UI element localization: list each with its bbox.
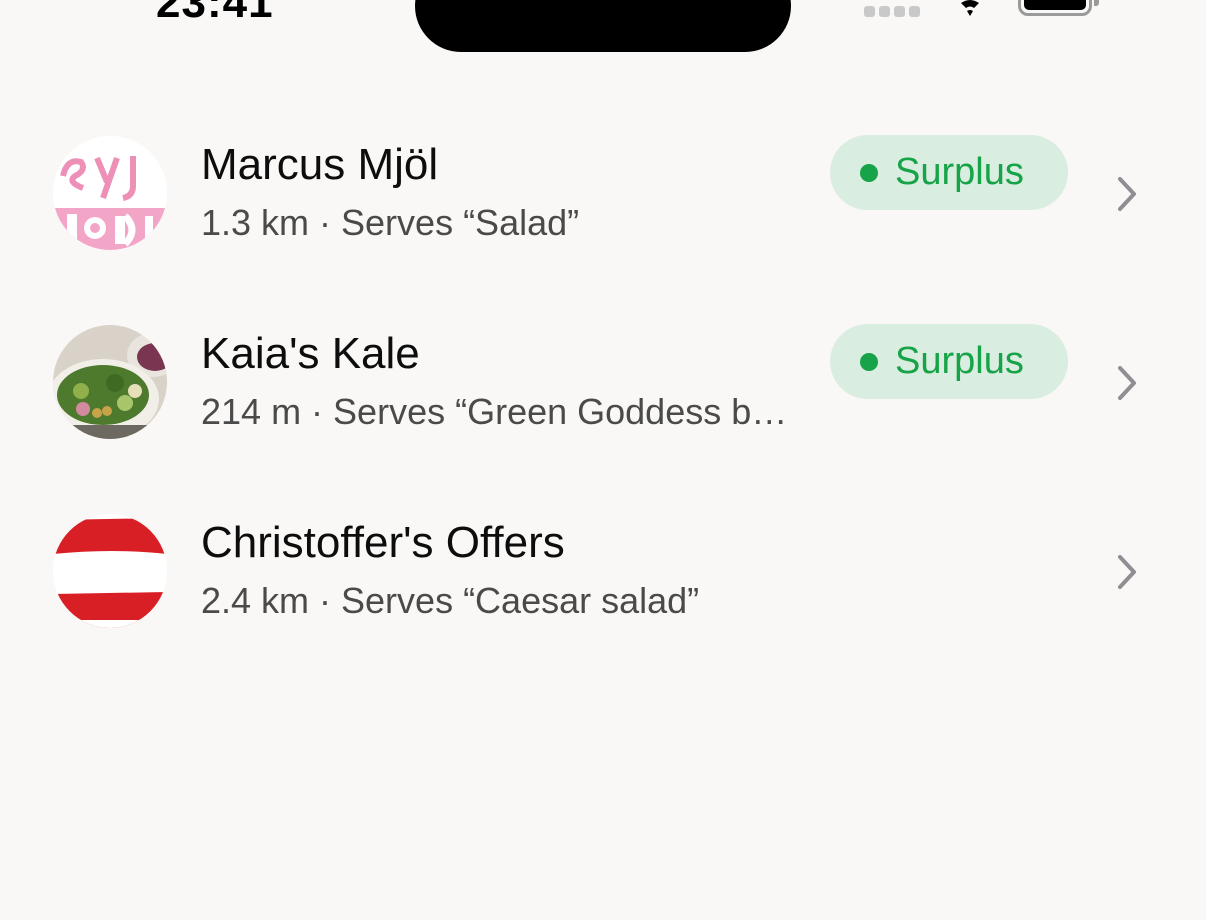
badge-label: Surplus [895, 151, 1024, 193]
restaurant-name: Kaia's Kale [201, 329, 420, 378]
chevron-right-icon [1118, 366, 1136, 400]
chevron-right-icon [1118, 177, 1136, 211]
status-time: 23:41 [156, 0, 274, 27]
dynamic-island [415, 0, 791, 52]
restaurant-list: Marcus Mjöl 1.3 km · Serves “Salad” Surp… [0, 98, 1206, 665]
status-dot-icon [860, 163, 878, 182]
wifi-icon [961, 0, 979, 16]
screen: 23:41 Marcus Mjöl 1.3 km · Serves “Salad… [0, 0, 1206, 920]
salad-bowl-photo-avatar [53, 325, 167, 439]
list-item[interactable]: Christoffer's Offers 2.4 km · Serves “Ca… [0, 476, 1206, 665]
list-item[interactable]: Kaia's Kale 214 m · Serves “Green Goddes… [0, 287, 1206, 476]
restaurant-name: Christoffer's Offers [201, 518, 565, 567]
surplus-badge: Surplus [830, 324, 1068, 399]
cellular-signal-icon [864, 6, 920, 17]
red-white-stripe-avatar [53, 514, 167, 628]
restaurant-details: 2.4 km · Serves “Caesar salad” [201, 580, 700, 621]
chevron-right-icon [1118, 555, 1136, 589]
restaurant-name: Marcus Mjöl [201, 140, 439, 189]
surplus-badge: Surplus [830, 135, 1068, 210]
restaurant-details: 1.3 km · Serves “Salad” [201, 202, 580, 243]
battery-tip [1094, 0, 1099, 6]
list-item[interactable]: Marcus Mjöl 1.3 km · Serves “Salad” Surp… [0, 98, 1206, 287]
battery-icon [1018, 0, 1092, 16]
pink-logo-avatar [53, 136, 167, 250]
badge-label: Surplus [895, 340, 1024, 382]
restaurant-details: 214 m · Serves “Green Goddess bowl” [201, 391, 791, 432]
status-dot-icon [860, 352, 878, 371]
